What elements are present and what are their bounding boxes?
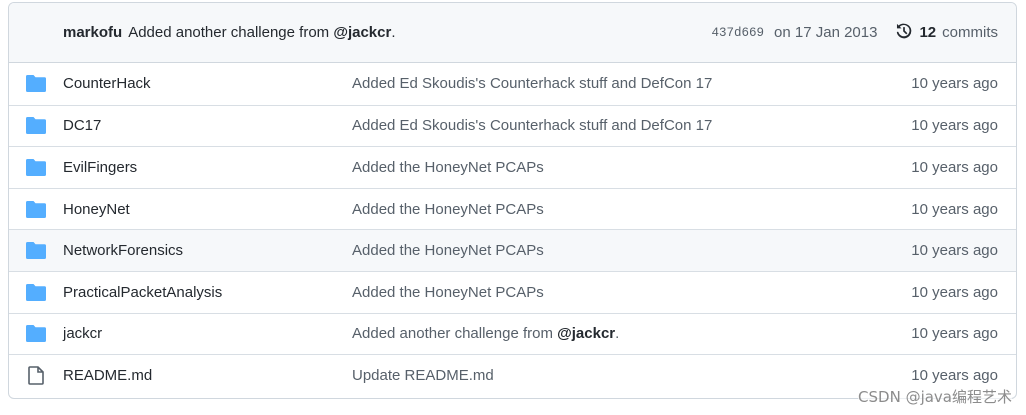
row-commit-mention-link[interactable]: @jackcr: [557, 325, 615, 342]
history-icon: [895, 22, 913, 44]
file-row: DC17 Added Ed Skoudis's Counterhack stuff…: [9, 104, 1016, 147]
row-commit-message-link[interactable]: Added Ed Skoudis's Counterhack stuff and…: [352, 117, 878, 134]
file-name-link[interactable]: EvilFingers: [63, 159, 352, 176]
row-age: 10 years ago: [911, 242, 998, 260]
file-name-link[interactable]: PracticalPacketAnalysis: [63, 284, 352, 301]
commit-message-suffix: .: [391, 24, 396, 41]
file-row: HoneyNet Added the HoneyNet PCAPs 10 years…: [9, 187, 1016, 230]
file-row: CounterHack Added Ed Skoudis's Counterhac…: [9, 63, 1016, 105]
row-age: 10 years ago: [911, 117, 998, 135]
file-icon: [9, 366, 63, 385]
row-age: 10 years ago: [911, 283, 998, 301]
file-row: EvilFingers Added the HoneyNet PCAPs 10 ye…: [9, 146, 1016, 188]
commit-sha-link[interactable]: 437d669: [712, 26, 765, 40]
row-commit-message-link[interactable]: Update README.md: [352, 367, 878, 384]
row-commit-message-text: Added another challenge from: [352, 325, 558, 343]
folder-icon: [9, 158, 63, 176]
commit-date: on 17 Jan 2013: [774, 24, 878, 41]
row-commit-message-link[interactable]: Added another challenge from @jackcr.: [352, 325, 878, 342]
folder-icon: [9, 325, 63, 343]
row-commit-message-link[interactable]: Added the HoneyNet PCAPs: [352, 284, 878, 301]
folder-icon: [9, 242, 63, 260]
folder-icon: [9, 200, 63, 218]
file-name-link[interactable]: jackcr: [63, 325, 352, 342]
commit-author-link[interactable]: markofu: [63, 24, 122, 41]
folder-icon: [9, 117, 63, 135]
row-age: 10 years ago: [911, 200, 998, 218]
row-age: 10 years ago: [911, 325, 998, 343]
commit-message-link[interactable]: Added another challenge from @jackcr.: [128, 24, 395, 41]
watermark: CSDN @java编程艺术: [858, 386, 1012, 407]
file-name-link[interactable]: DC17: [63, 117, 352, 134]
commits-label: commits: [942, 24, 998, 41]
row-commit-message-link[interactable]: Added Ed Skoudis's Counterhack stuff and…: [352, 75, 878, 92]
row-age: 10 years ago: [911, 366, 998, 384]
commits-history-link[interactable]: 12 commits: [895, 22, 998, 44]
file-row: NetworkForensics Added the HoneyNet PCAPs…: [9, 229, 1016, 271]
file-row: PracticalPacketAnalysis Added the HoneyNe…: [9, 270, 1016, 313]
file-browser: markofu Added another challenge from @ja…: [8, 2, 1017, 399]
commit-message-text: Added another challenge from: [128, 24, 334, 41]
folder-icon: [9, 283, 63, 301]
file-name-link[interactable]: README.md: [63, 367, 352, 384]
file-name-link[interactable]: NetworkForensics: [63, 242, 352, 259]
file-row: jackcr Added another challenge from @jack…: [9, 312, 1016, 355]
latest-commit-bar: markofu Added another challenge from @ja…: [9, 3, 1016, 63]
row-commit-message-link[interactable]: Added the HoneyNet PCAPs: [352, 242, 878, 259]
file-name-link[interactable]: CounterHack: [63, 75, 352, 92]
commit-count: 12: [919, 24, 937, 41]
row-age: 10 years ago: [911, 75, 998, 93]
row-commit-message-link[interactable]: Added the HoneyNet PCAPs: [352, 201, 878, 218]
row-commit-message-link[interactable]: Added the HoneyNet PCAPs: [352, 159, 878, 176]
file-name-link[interactable]: HoneyNet: [63, 201, 352, 218]
folder-icon: [9, 75, 63, 93]
row-commit-message-suffix: .: [615, 325, 620, 343]
commit-mention-link[interactable]: @jackcr: [333, 24, 391, 41]
row-age: 10 years ago: [911, 158, 998, 176]
